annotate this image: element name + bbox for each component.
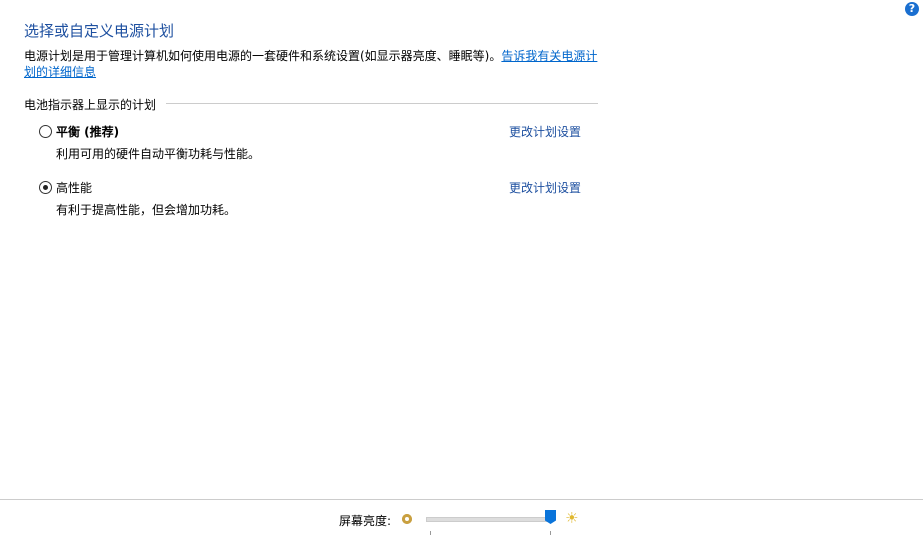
plan-radio-balanced[interactable] [39,125,52,138]
dim-brightness-icon [402,514,412,524]
help-icon[interactable]: ? [905,2,919,16]
plan-desc-high-performance: 有利于提高性能，但会增加功耗。 [56,203,237,217]
bright-sun-icon: ☀ [565,509,579,527]
change-plan-settings-high-performance[interactable]: 更改计划设置 [509,179,581,196]
page-description: 电源计划是用于管理计算机如何使用电源的一套硬件和系统设置(如显示器亮度、睡眠等)… [24,48,604,80]
brightness-slider-track[interactable] [426,517,552,522]
slider-tick [550,531,551,535]
slider-tick [430,531,431,535]
plan-name-high-performance[interactable]: 高性能 [56,179,92,196]
group-label: 电池指示器上显示的计划 [24,98,157,112]
change-plan-settings-balanced[interactable]: 更改计划设置 [509,123,581,140]
page-title: 选择或自定义电源计划 [24,22,175,40]
plan-radio-high-performance[interactable] [39,181,52,194]
plan-name-balanced[interactable]: 平衡 (推荐) [56,123,119,140]
description-text: 电源计划是用于管理计算机如何使用电源的一套硬件和系统设置(如显示器亮度、睡眠等)… [24,49,502,63]
group-divider [166,103,598,104]
bottom-divider [0,499,923,500]
plan-desc-balanced: 利用可用的硬件自动平衡功耗与性能。 [56,147,261,161]
brightness-label: 屏幕亮度: [339,514,392,528]
